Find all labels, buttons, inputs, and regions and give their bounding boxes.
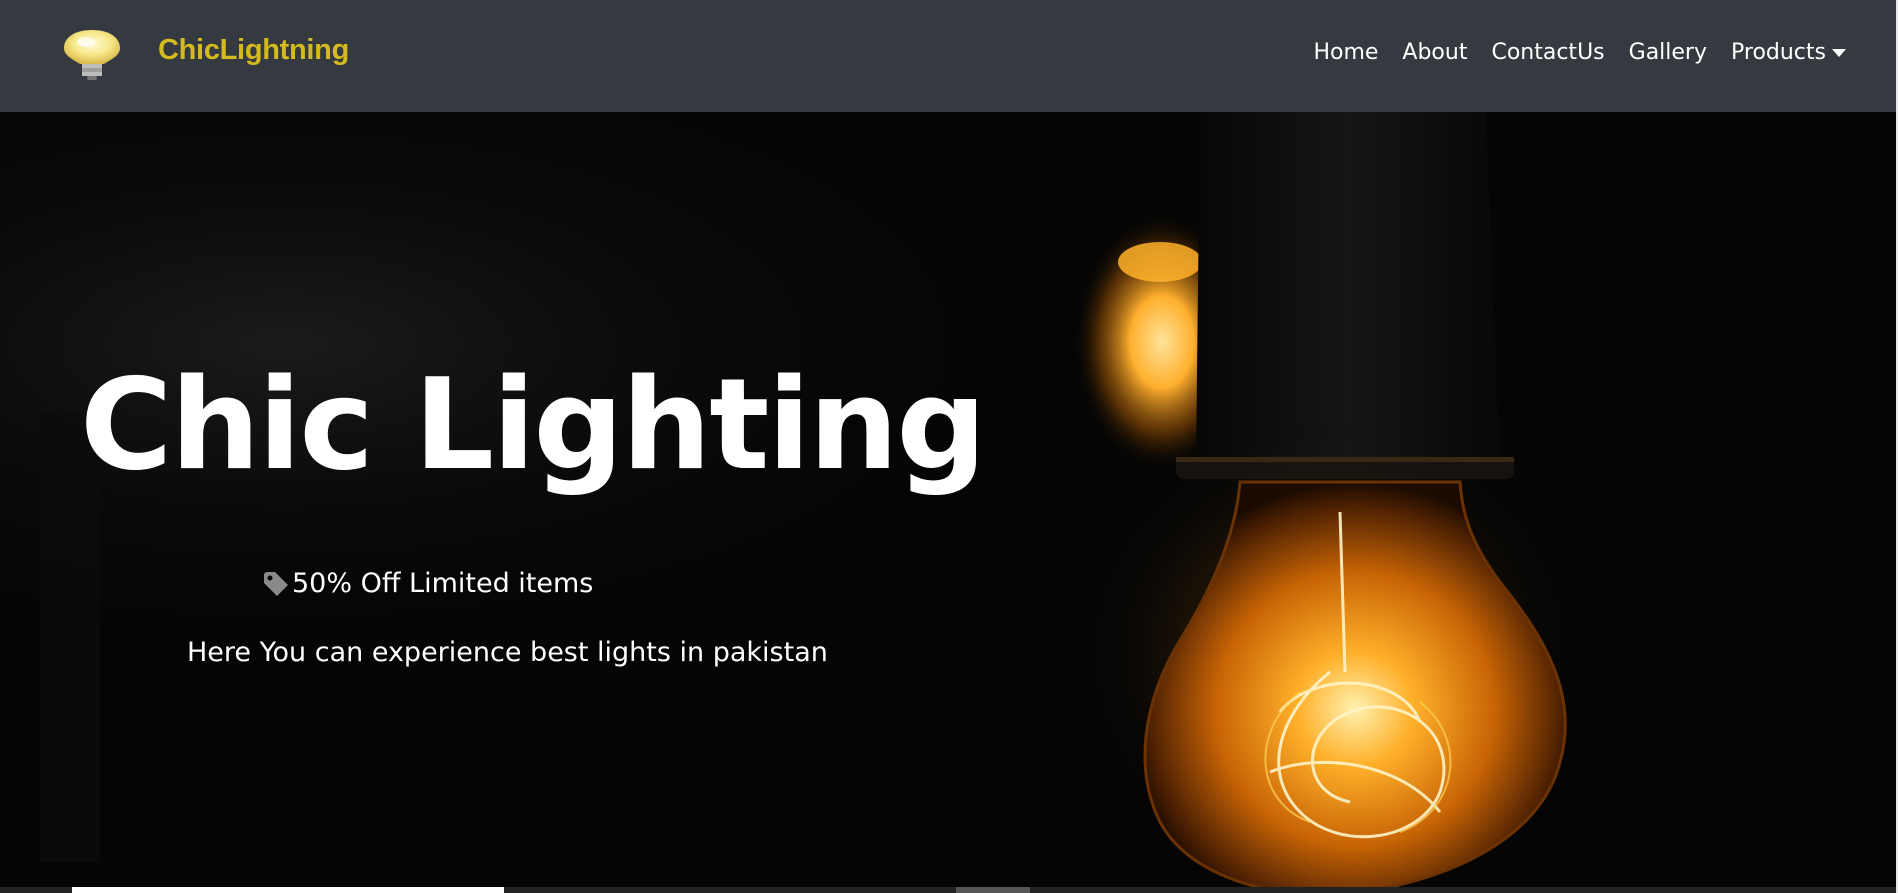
nav-home[interactable]: Home: [1301, 40, 1390, 65]
bottom-strip-segment: [72, 887, 504, 893]
hero-section: Chic Lighting 50% Off Limited items Here…: [0, 112, 1896, 887]
hero-title: Chic Lighting: [80, 351, 987, 498]
hero-background-image: [0, 112, 1896, 887]
nav-about[interactable]: About: [1390, 40, 1479, 65]
caret-down-icon: [1832, 48, 1846, 57]
lightbulb-icon[interactable]: [60, 28, 124, 82]
offer-line: 50% Off Limited items: [262, 568, 593, 599]
nav-products-label: Products: [1731, 40, 1826, 65]
nav-products-dropdown[interactable]: Products: [1719, 40, 1858, 65]
bottom-strip-segment: [956, 887, 1030, 893]
nav-contactus[interactable]: ContactUs: [1479, 40, 1616, 65]
nav-gallery[interactable]: Gallery: [1617, 40, 1719, 65]
nav-links: Home About ContactUs Gallery Products: [1301, 40, 1858, 65]
hero-tagline: Here You can experience best lights in p…: [187, 637, 828, 668]
brand-link[interactable]: ChicLightning: [158, 34, 349, 67]
navbar: ChicLightning Home About ContactUs Galle…: [0, 0, 1896, 112]
offer-text: 50% Off Limited items: [292, 568, 594, 599]
tag-icon: [264, 571, 288, 596]
page: ChicLightning Home About ContactUs Galle…: [0, 0, 1898, 893]
